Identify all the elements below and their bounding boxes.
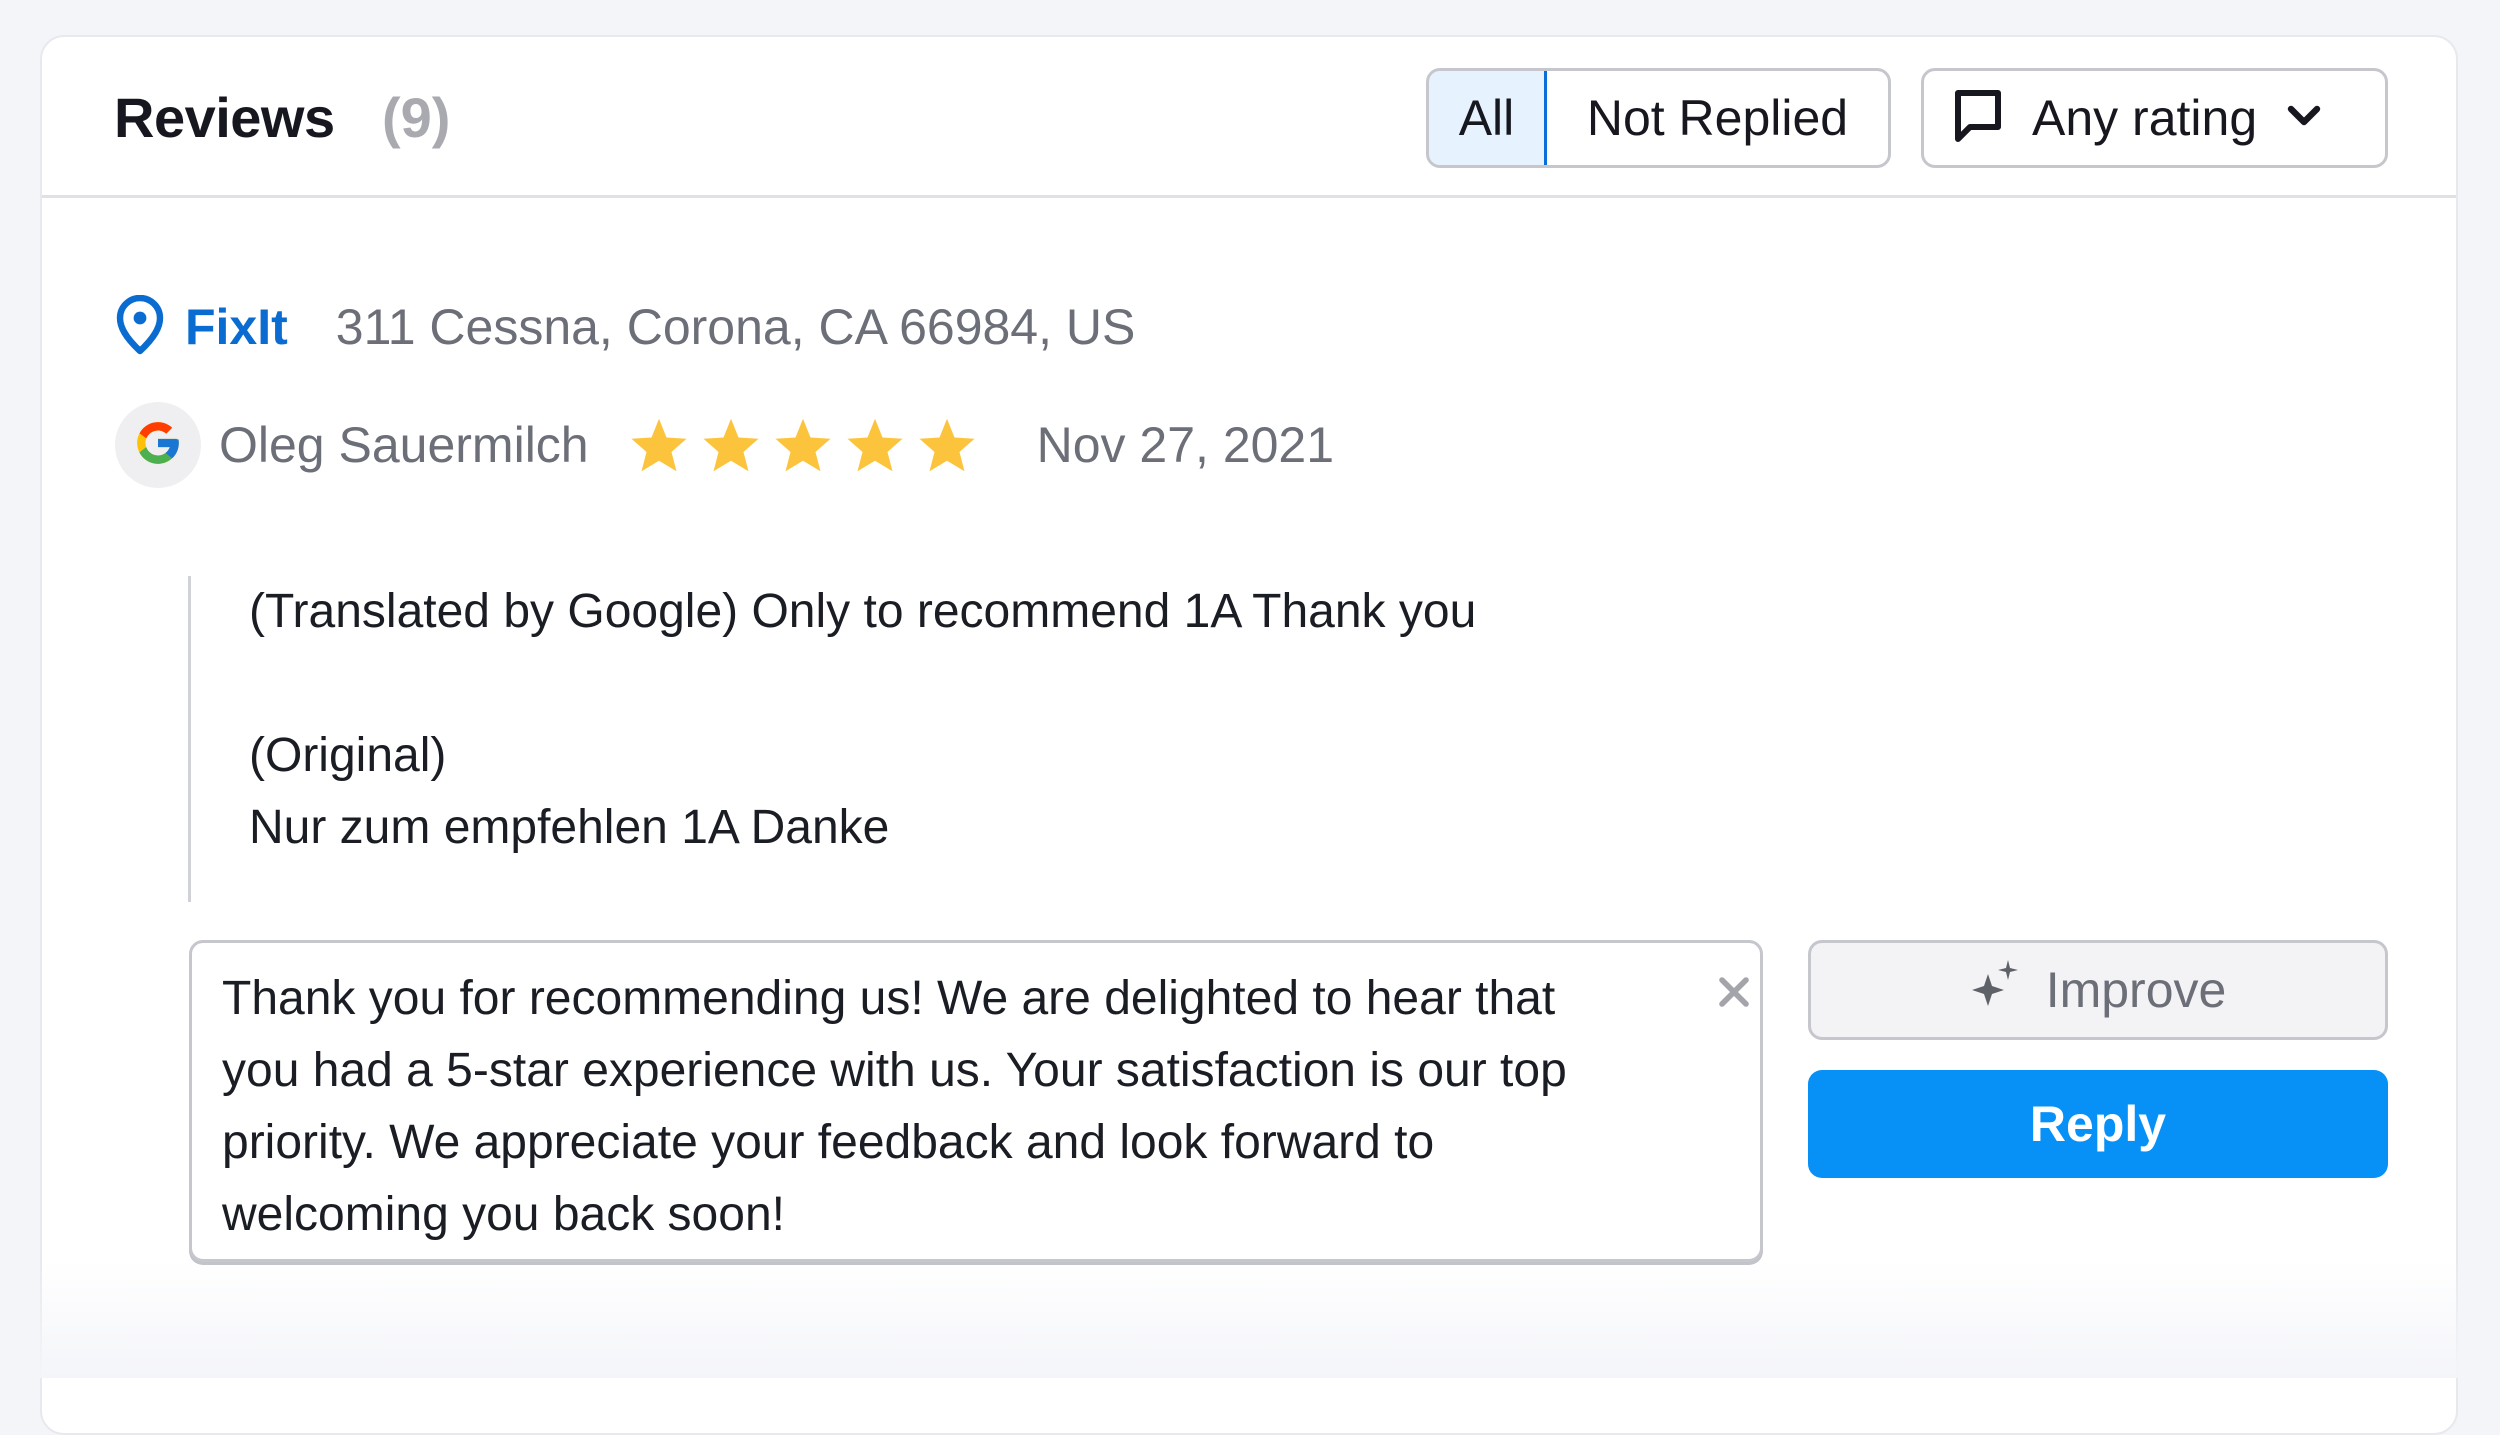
review-date: Nov 27, 2021 [1036, 417, 1335, 473]
improve-button[interactable]: Improve [1808, 940, 2388, 1040]
star-filled-icon [847, 418, 903, 472]
close-icon [1716, 974, 1752, 1015]
review-text-original-label: (Original) [249, 729, 447, 782]
business-address: 311 Cessna, Corona, CA 66984, US [335, 299, 1136, 355]
reviews-count: (9) [382, 86, 451, 149]
star-rating [629, 416, 977, 474]
location-row: FixIt 311 Cessna, Corona, CA 66984, US [115, 292, 1135, 362]
filter-not-replied-tab[interactable]: Not Replied [1547, 71, 1888, 165]
star-filled-icon [703, 418, 759, 472]
improve-label: Improve [2045, 962, 2227, 1018]
google-icon [133, 418, 183, 473]
speech-bubble-icon [1954, 89, 2002, 148]
review-author: Oleg Sauermilch [219, 417, 589, 473]
chevron-down-icon [2287, 105, 2321, 132]
clear-reply-button[interactable] [1712, 972, 1756, 1016]
review-text-original: Nur zum empfehlen 1A Danke [249, 801, 890, 854]
star-filled-icon [631, 418, 687, 472]
rating-filter-label: Any rating [2032, 90, 2258, 146]
star-filled-icon [919, 418, 975, 472]
rating-filter-dropdown[interactable]: Any rating [1921, 68, 2388, 168]
reply-filter-segmented: All Not Replied [1426, 68, 1891, 168]
business-name-link[interactable]: FixIt [185, 298, 288, 356]
filter-all-tab[interactable]: All [1429, 71, 1547, 165]
location-pin-icon [115, 294, 165, 360]
review-meta-row: Oleg Sauermilch Nov 27, 2021 [115, 402, 1334, 488]
review-text: (Translated by Google) Only to recommend… [188, 576, 1476, 902]
avatar [115, 402, 201, 488]
page-title: Reviews [114, 86, 335, 149]
sparkle-icon [1970, 958, 2024, 1022]
star-filled-icon [775, 418, 831, 472]
reply-button[interactable]: Reply [1808, 1070, 2388, 1178]
reply-textarea[interactable]: Thank you for recommending us! We are de… [189, 940, 1763, 1262]
reviews-header: Reviews (9) All Not Replied Any rating [42, 37, 2456, 198]
review-text-translated: (Translated by Google) Only to recommend… [249, 585, 1477, 638]
reviews-card: Reviews (9) All Not Replied Any rating F… [40, 35, 2458, 1435]
